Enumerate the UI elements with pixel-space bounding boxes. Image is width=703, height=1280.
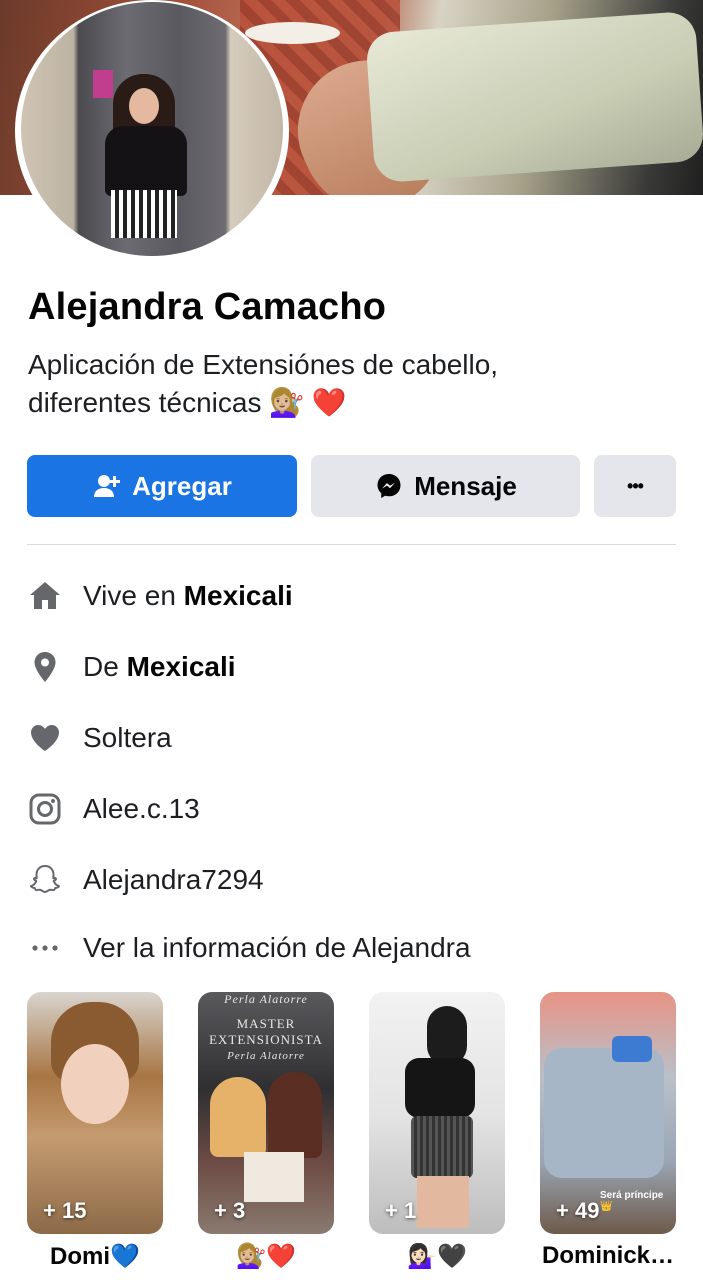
cover-pillow: [365, 10, 703, 184]
message-button[interactable]: Mensaje: [311, 455, 580, 517]
from-city: Mexicali: [126, 651, 236, 682]
highlight-label[interactable]: Domi💙: [27, 1242, 163, 1271]
person-add-icon: [92, 471, 122, 501]
add-friend-button[interactable]: Agregar: [27, 455, 297, 517]
profile-name: Alejandra Camacho: [28, 286, 387, 328]
bio-line-2: diferentes técnicas: [28, 387, 262, 418]
highlight-baby-face: [61, 1044, 129, 1124]
cover-plate: [245, 22, 340, 44]
highlight-sticker: Será príncipe 👑: [600, 1190, 664, 1212]
see-more-label[interactable]: Ver la información de Alejandra: [83, 932, 471, 964]
heart-emoji: ❤️: [311, 387, 347, 418]
info-from: De Mexicali: [27, 645, 236, 689]
highlight-card[interactable]: + 15: [27, 992, 163, 1234]
message-label: Mensaje: [414, 470, 517, 501]
home-icon: [27, 578, 63, 614]
highlight-label[interactable]: Dominick…: [540, 1242, 676, 1270]
highlight-hair: [427, 1006, 467, 1066]
highlight-card-text: Perla Alatorre: [224, 992, 308, 1006]
highlight-card[interactable]: Perla Alatorre MASTER EXTENSIONISTA Perl…: [198, 992, 334, 1234]
highlight-skirt: [411, 1116, 473, 1178]
section-divider: [27, 544, 676, 545]
highlight-label[interactable]: 💁🏻‍♀️🖤: [369, 1242, 505, 1271]
highlight-legs: [417, 1176, 469, 1228]
highlight-top: [405, 1058, 475, 1118]
highlight-count: + 3: [214, 1198, 246, 1223]
hair-emoji: 💇🏼‍♀️: [269, 387, 305, 418]
highlight-count: + 49: [556, 1198, 600, 1223]
messenger-icon: [374, 471, 404, 501]
highlight-clothes: [544, 1048, 664, 1178]
avatar-sign: [93, 70, 113, 98]
heart-icon: [27, 720, 63, 756]
ellipsis-icon: [27, 930, 63, 966]
highlight-card-text: MASTER: [236, 1016, 296, 1031]
highlight-person-2: [268, 1072, 322, 1158]
profile-avatar[interactable]: [21, 2, 283, 256]
avatar-jacket: [105, 126, 187, 196]
highlight-box: [612, 1036, 652, 1062]
info-snapchat[interactable]: Alejandra7294: [27, 858, 264, 902]
snapchat-icon: [27, 862, 63, 898]
highlight-count: + 1: [385, 1198, 417, 1223]
highlight-card[interactable]: Será príncipe 👑 + 49: [540, 992, 676, 1234]
highlight-card-text: Perla Alatorre: [227, 1050, 305, 1062]
highlight-certificate: [244, 1152, 304, 1202]
instagram-handle[interactable]: Alee.c.13: [83, 793, 200, 825]
info-instagram[interactable]: Alee.c.13: [27, 787, 200, 831]
info-lives-in: Vive en Mexicali: [27, 574, 293, 618]
add-friend-label: Agregar: [132, 470, 232, 501]
highlight-card[interactable]: + 1: [369, 992, 505, 1234]
info-relationship: Soltera: [27, 716, 172, 760]
highlight-card-text: EXTENSIONISTA: [209, 1032, 323, 1047]
snapchat-handle[interactable]: Alejandra7294: [83, 864, 264, 896]
highlight-count: + 15: [43, 1198, 87, 1223]
bio-line-1: Aplicación de Extensiónes de cabello,: [28, 349, 499, 380]
lives-city: Mexicali: [183, 580, 293, 611]
relationship-text: Soltera: [83, 722, 172, 753]
highlight-person-1: [210, 1077, 266, 1157]
see-about-info-link[interactable]: Ver la información de Alejandra: [27, 926, 471, 970]
instagram-icon: [27, 791, 63, 827]
profile-bio: Aplicación de Extensiónes de cabello, di…: [28, 346, 678, 422]
highlight-label[interactable]: 💇🏼‍♀️❤️: [198, 1242, 334, 1271]
avatar-skirt: [111, 190, 177, 238]
more-icon: •••: [627, 475, 644, 496]
location-pin-icon: [27, 649, 63, 685]
more-options-button[interactable]: •••: [594, 455, 676, 517]
from-prefix: De: [83, 651, 119, 682]
avatar-face: [129, 88, 159, 124]
lives-prefix: Vive en: [83, 580, 176, 611]
